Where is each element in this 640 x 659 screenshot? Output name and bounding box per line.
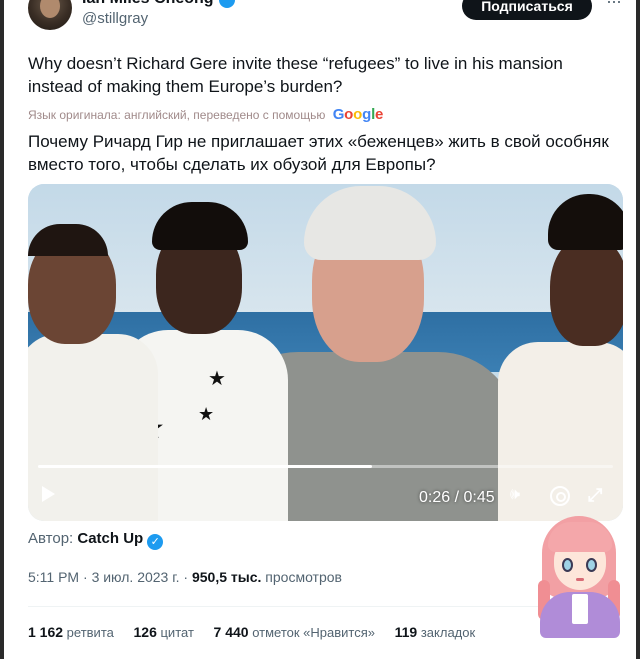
tweet-text: Why doesn’t Richard Gere invite these “r… [28,54,563,96]
translation-note-text: Язык оригинала: английский, переведено с… [28,108,326,122]
quotes-count: 126 [133,624,157,640]
meta-separator: · [183,569,189,585]
video-player[interactable]: ★ ★ ★ 0:26 / 0:45 🕪 ⤢ [28,184,623,521]
verified-icon: ✓ [147,534,164,550]
video-time: 0:26 / 0:45 [419,489,495,506]
star-pattern-icon: ★ [208,368,226,390]
user-avatar[interactable] [28,0,72,30]
user-handle[interactable]: @stillgray [82,10,148,27]
anime-girl-sticker [534,514,626,638]
meta-separator: · [83,569,88,585]
likes-stat[interactable]: 7 440 отметок «Нравится» [213,624,375,640]
divider [28,606,620,607]
tweet-meta: 5:11 PM · 3 июл. 2023 г. · 950,5 тыс. пр… [28,569,342,585]
volume-icon[interactable]: 🕪 [510,486,532,504]
bookmarks-count: 119 [394,624,418,640]
avatar-face [40,0,60,18]
likes-label: отметок «Нравится» [252,625,375,640]
bookmarks-stat[interactable]: 119 закладок [394,624,476,640]
subscribe-button[interactable]: Подписаться [462,0,592,20]
engagement-stats: 1 162 ретвита 126 цитат 7 440 отметок «Н… [28,624,491,640]
user-name[interactable]: Ian Miles Cheong [82,0,214,8]
retweets-count: 1 162 [28,624,64,640]
more-options-icon[interactable]: ··· [606,0,626,10]
play-icon[interactable] [42,486,55,502]
views-count: 950,5 тыс. [191,569,262,585]
tweet-time[interactable]: 5:11 PM [28,569,79,585]
quotes-label: цитат [160,625,194,640]
tweet-date[interactable]: 3 июл. 2023 г. [92,569,180,585]
bookmarks-label: закладок [420,625,476,640]
views-label: просмотров [265,569,342,585]
fullscreen-icon[interactable]: ⤢ [588,486,608,506]
retweets-label: ретвита [66,625,114,640]
quotes-stat[interactable]: 126 цитат [133,624,194,640]
star-pattern-icon: ★ [198,404,215,424]
translation-note: Язык оригинала: английский, переведено с… [28,106,383,123]
video-progress-bar[interactable] [38,465,613,468]
video-author: Автор: Catch Up ✓ [28,530,164,550]
google-logo[interactable]: Google [333,106,384,123]
retweets-stat[interactable]: 1 162 ретвита [28,624,114,640]
settings-gear-icon[interactable] [550,486,570,506]
video-progress-fill [38,465,372,468]
author-label: Автор: [28,530,74,547]
verified-icon [219,0,235,8]
likes-count: 7 440 [213,624,249,640]
tweet-frame: Ian Miles Cheong @stillgray Подписаться … [0,0,640,659]
author-name[interactable]: Catch Up [77,530,143,547]
translated-text: Почему Ричард Гир не приглашает этих «бе… [28,132,609,174]
